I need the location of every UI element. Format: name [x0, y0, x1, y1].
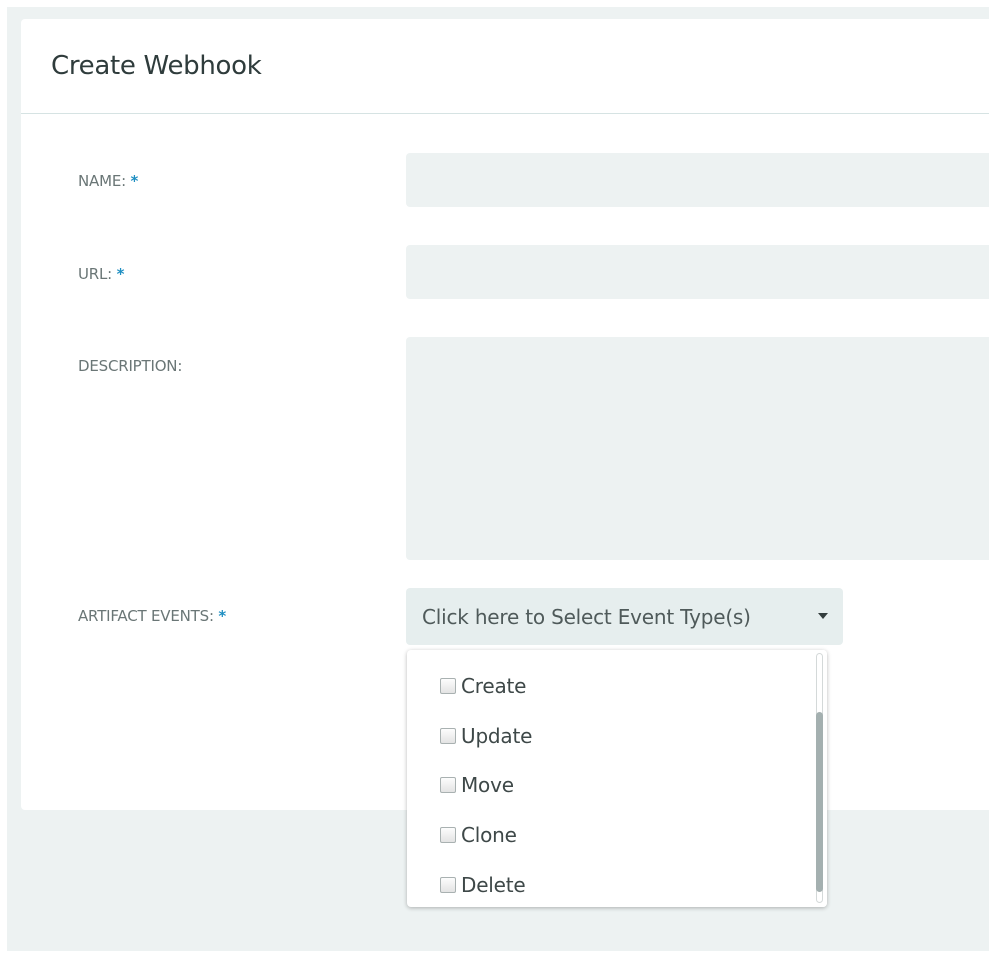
name-required-mark: *	[130, 172, 139, 190]
page-title: Create Webhook	[51, 51, 262, 81]
url-required-mark: *	[116, 265, 125, 283]
caret-down-icon	[818, 613, 828, 619]
checkbox[interactable]	[440, 877, 456, 893]
checkbox[interactable]	[440, 678, 456, 694]
description-textarea[interactable]	[406, 337, 989, 560]
event-option-clone[interactable]: Clone	[440, 820, 517, 850]
event-option-label: Delete	[461, 873, 526, 897]
name-label-text: NAME:	[78, 172, 126, 190]
scrollbar-thumb[interactable]	[816, 712, 823, 892]
event-option-create[interactable]: Create	[440, 671, 526, 701]
event-type-select-placeholder: Click here to Select Event Type(s)	[422, 604, 751, 629]
event-option-label: Update	[461, 724, 533, 748]
url-input[interactable]	[406, 245, 989, 299]
event-type-select[interactable]: Click here to Select Event Type(s)	[406, 588, 843, 645]
name-label: NAME: *	[78, 172, 138, 190]
event-option-label: Create	[461, 674, 527, 698]
event-option-move[interactable]: Move	[440, 770, 514, 800]
artifact-events-label: ARTIFACT EVENTS: *	[78, 607, 226, 625]
description-label: DESCRIPTION:	[78, 357, 182, 375]
description-label-text: DESCRIPTION:	[78, 357, 183, 375]
url-label-text: URL:	[78, 265, 113, 283]
panel-header: Create Webhook	[21, 19, 989, 114]
event-option-update[interactable]: Update	[440, 721, 532, 751]
checkbox[interactable]	[440, 777, 456, 793]
event-option-label: Move	[461, 773, 514, 797]
dropdown-scrollbar[interactable]	[811, 650, 827, 907]
artifact-events-label-text: ARTIFACT EVENTS:	[78, 607, 214, 625]
artifact-events-required-mark: *	[218, 607, 227, 625]
event-option-label: Clone	[461, 823, 517, 847]
event-option-delete[interactable]: Delete	[440, 870, 526, 900]
checkbox[interactable]	[440, 827, 456, 843]
event-type-dropdown: Create Update Move Clone Delete	[407, 650, 827, 907]
url-label: URL: *	[78, 265, 124, 283]
name-input[interactable]	[406, 153, 989, 207]
checkbox[interactable]	[440, 728, 456, 744]
